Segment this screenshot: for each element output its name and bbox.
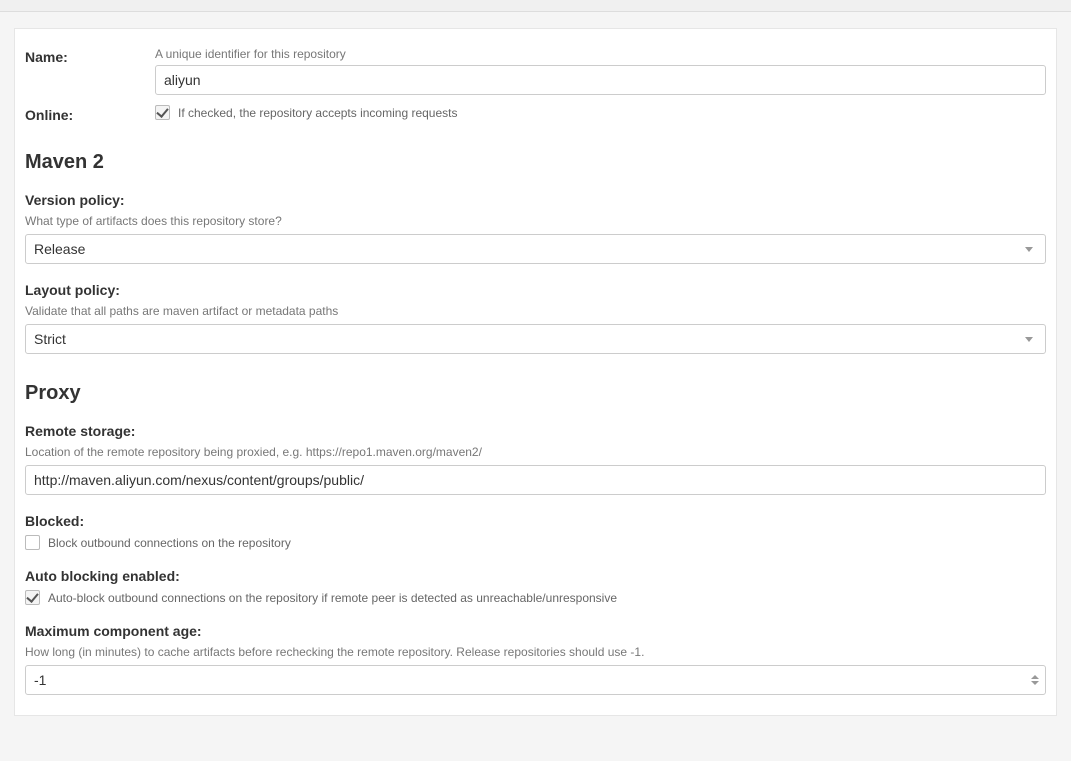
layout-policy-label: Layout policy: [25, 282, 1046, 298]
version-policy-select[interactable]: Release [25, 234, 1046, 264]
max-component-age-label: Maximum component age: [25, 623, 1046, 639]
number-spinner[interactable] [1031, 675, 1039, 685]
blocked-block: Blocked: Block outbound connections on t… [25, 513, 1046, 550]
blocked-helper: Block outbound connections on the reposi… [48, 536, 291, 550]
proxy-heading: Proxy [25, 382, 1046, 405]
remote-storage-label: Remote storage: [25, 423, 1046, 439]
blocked-label: Blocked: [25, 513, 1046, 529]
online-row: Online: If checked, the repository accep… [25, 105, 1046, 123]
layout-policy-block: Layout policy: Validate that all paths a… [25, 282, 1046, 354]
version-policy-value: Release [34, 241, 85, 257]
max-component-age-helper: How long (in minutes) to cache artifacts… [25, 645, 1046, 659]
layout-policy-helper: Validate that all paths are maven artifa… [25, 304, 1046, 318]
name-row: Name: A unique identifier for this repos… [25, 47, 1046, 95]
max-component-age-value: -1 [34, 672, 46, 688]
auto-blocking-checkbox[interactable] [25, 590, 40, 605]
chevron-down-icon [1031, 681, 1039, 685]
remote-storage-input[interactable] [25, 465, 1046, 495]
remote-storage-block: Remote storage: Location of the remote r… [25, 423, 1046, 495]
repository-settings-panel: Name: A unique identifier for this repos… [14, 28, 1057, 716]
name-input[interactable] [155, 65, 1046, 95]
chevron-down-icon [1025, 337, 1033, 342]
auto-blocking-label: Auto blocking enabled: [25, 568, 1046, 584]
online-label: Online: [25, 105, 155, 123]
remote-storage-helper: Location of the remote repository being … [25, 445, 1046, 459]
chevron-down-icon [1025, 247, 1033, 252]
auto-blocking-helper: Auto-block outbound connections on the r… [48, 591, 617, 605]
version-policy-helper: What type of artifacts does this reposit… [25, 214, 1046, 228]
max-component-age-block: Maximum component age: How long (in minu… [25, 623, 1046, 695]
online-checkbox[interactable] [155, 105, 170, 120]
name-helper: A unique identifier for this repository [155, 47, 1046, 61]
version-policy-block: Version policy: What type of artifacts d… [25, 192, 1046, 264]
chevron-up-icon [1031, 675, 1039, 679]
blocked-checkbox[interactable] [25, 535, 40, 550]
layout-policy-select[interactable]: Strict [25, 324, 1046, 354]
online-helper: If checked, the repository accepts incom… [178, 106, 457, 120]
version-policy-label: Version policy: [25, 192, 1046, 208]
maven2-heading: Maven 2 [25, 151, 1046, 174]
top-separator [0, 0, 1071, 12]
max-component-age-input[interactable]: -1 [25, 665, 1046, 695]
name-label: Name: [25, 47, 155, 65]
layout-policy-value: Strict [34, 331, 66, 347]
auto-blocking-block: Auto blocking enabled: Auto-block outbou… [25, 568, 1046, 605]
